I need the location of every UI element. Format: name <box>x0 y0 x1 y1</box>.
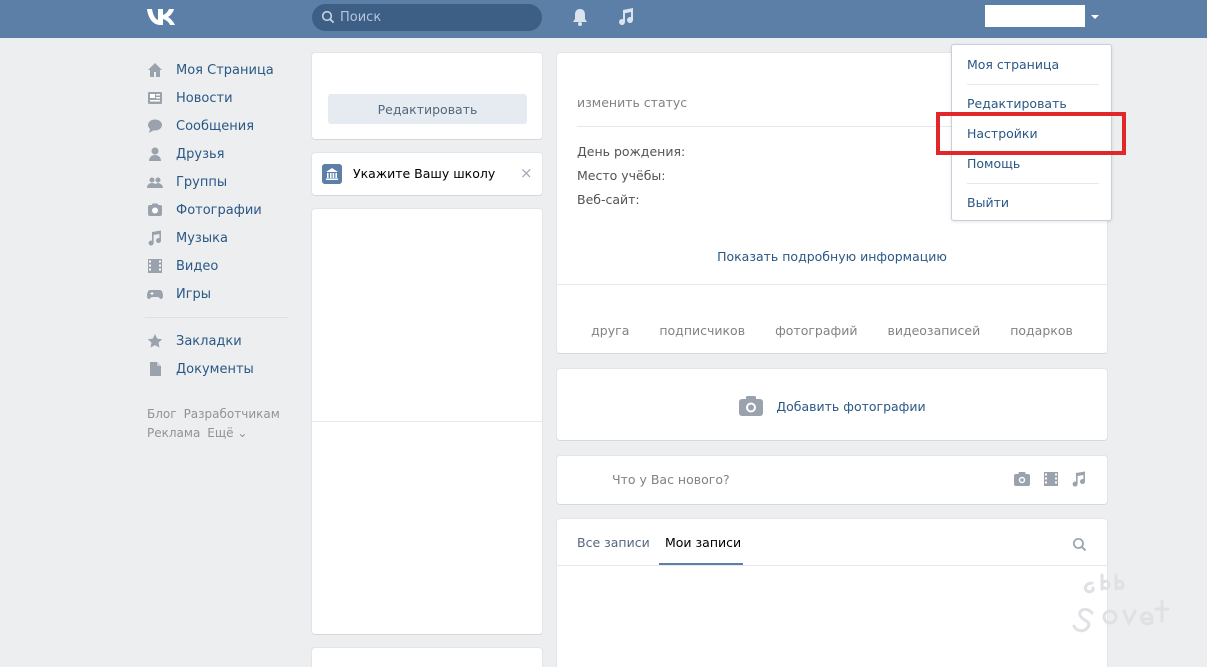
new-post-card[interactable]: Что у Вас нового? <box>557 456 1107 504</box>
sidebar-item-label: Группы <box>176 174 228 190</box>
counter-photos[interactable]: фотографий <box>775 323 857 338</box>
add-photos-card: Добавить фотографии <box>557 369 1107 440</box>
top-bar: Поиск <box>0 0 1207 38</box>
left-sidebar: Моя Страница Новости Сообщения Друзья Гр… <box>145 56 290 383</box>
sidebar-item-photos[interactable]: Фотографии <box>145 196 290 224</box>
sidebar-item-music[interactable]: Музыка <box>145 224 290 252</box>
side-block-card <box>312 209 542 634</box>
sidebar-item-my-page[interactable]: Моя Страница <box>145 56 290 84</box>
photos-icon <box>148 203 162 216</box>
search-icon <box>321 10 335 24</box>
status-link[interactable]: изменить статус <box>577 95 687 110</box>
search-input[interactable]: Поиск <box>312 4 542 31</box>
menu-item-my-page[interactable]: Моя страница <box>967 57 1059 72</box>
sidebar-item-friends[interactable]: Друзья <box>145 140 290 168</box>
camera-icon <box>739 396 764 416</box>
footer-link-more[interactable]: Ещё ⌄ <box>207 426 247 440</box>
sidebar-item-groups[interactable]: Группы <box>145 168 290 196</box>
counters-divider <box>557 284 1107 285</box>
star-icon <box>147 334 163 348</box>
menu-divider <box>967 84 1099 85</box>
show-more-info-link[interactable]: Показать подробную информацию <box>557 249 1107 264</box>
sidebar-item-messages[interactable]: Сообщения <box>145 112 290 140</box>
wall-divider <box>557 565 1107 566</box>
birthday-label: День рождения: <box>577 144 686 159</box>
edit-profile-button[interactable]: Редактировать <box>328 94 527 124</box>
school-icon <box>322 164 342 184</box>
school-prompt-card[interactable]: Укажите Вашу школу × <box>312 153 542 195</box>
groups-icon <box>147 177 163 188</box>
user-name-box[interactable] <box>985 5 1085 27</box>
menu-item-logout[interactable]: Выйти <box>967 195 1009 210</box>
sidebar-item-games[interactable]: Игры <box>145 280 290 308</box>
video-icon <box>148 259 162 273</box>
sidebar-item-label: Фотографии <box>176 202 262 218</box>
counter-videos[interactable]: видеозаписей <box>887 323 980 338</box>
counter-gifts[interactable]: подарков <box>1010 323 1073 338</box>
settings-highlight-box <box>936 112 1126 155</box>
study-label: Место учёбы: <box>577 168 666 183</box>
footer-link-ads[interactable]: Реклама <box>147 426 200 440</box>
sidebar-item-label: Музыка <box>176 230 228 246</box>
sidebar-item-documents[interactable]: Документы <box>145 355 290 383</box>
block-divider <box>312 421 542 422</box>
menu-item-edit[interactable]: Редактировать <box>967 96 1067 111</box>
new-post-input[interactable]: Что у Вас нового? <box>612 472 730 487</box>
search-placeholder: Поиск <box>340 10 382 25</box>
menu-divider <box>967 183 1099 184</box>
sidebar-item-label: Друзья <box>176 146 225 162</box>
gamepad-icon <box>147 290 163 299</box>
menu-item-help[interactable]: Помощь <box>967 156 1020 171</box>
news-icon <box>148 92 162 104</box>
sidebar-divider <box>145 317 288 318</box>
music-icon <box>148 230 162 246</box>
profile-counters: друга подписчиков фотографий видеозаписе… <box>557 323 1107 338</box>
sidebar-item-label: Видео <box>176 258 219 274</box>
close-icon[interactable]: × <box>520 164 533 182</box>
sidebar-item-label: Игры <box>176 286 212 302</box>
post-content-area <box>580 630 1084 667</box>
sidebar-item-label: Моя Страница <box>176 62 274 78</box>
sidebar-item-video[interactable]: Видео <box>145 252 290 280</box>
post-attach-icons <box>1013 471 1087 487</box>
add-photos-label: Добавить фотографии <box>776 398 926 414</box>
add-photos-button[interactable]: Добавить фотографии <box>557 395 1107 417</box>
video-icon[interactable] <box>1043 471 1059 487</box>
sidebar-item-label: Сообщения <box>176 118 255 134</box>
document-icon <box>150 362 161 376</box>
messages-icon <box>148 119 162 133</box>
camera-icon[interactable] <box>1013 471 1031 487</box>
vk-logo-icon[interactable] <box>145 5 181 29</box>
sidebar-item-news[interactable]: Новости <box>145 84 290 112</box>
sidebar-item-label: Закладки <box>176 333 242 349</box>
tab-my-posts[interactable]: Мои записи <box>665 535 741 550</box>
sidebar-footer: Блог Разработчикам Реклама Ещё ⌄ <box>147 405 287 443</box>
music-icon[interactable] <box>1071 471 1087 487</box>
sidebar-item-bookmarks[interactable]: Закладки <box>145 327 290 355</box>
website-label: Веб-сайт: <box>577 192 640 207</box>
home-icon <box>148 63 162 77</box>
footer-link-developers[interactable]: Разработчикам <box>184 407 280 421</box>
chevron-down-icon[interactable] <box>1090 13 1100 21</box>
tab-all-posts[interactable]: Все записи <box>577 535 650 550</box>
music-note-icon[interactable] <box>617 7 635 27</box>
side-block-card-2 <box>312 648 542 667</box>
watermark-logo <box>1072 573 1170 633</box>
school-prompt-label: Укажите Вашу школу <box>353 166 496 181</box>
friends-icon <box>149 147 161 161</box>
search-icon[interactable] <box>1072 537 1087 552</box>
counter-friends[interactable]: друга <box>591 323 629 338</box>
avatar-card: Редактировать <box>312 53 542 139</box>
footer-link-blog[interactable]: Блог <box>147 407 177 421</box>
sidebar-item-label: Документы <box>176 361 254 377</box>
notifications-bell-icon[interactable] <box>571 7 589 27</box>
counter-followers[interactable]: подписчиков <box>659 323 745 338</box>
sidebar-item-label: Новости <box>176 90 233 106</box>
